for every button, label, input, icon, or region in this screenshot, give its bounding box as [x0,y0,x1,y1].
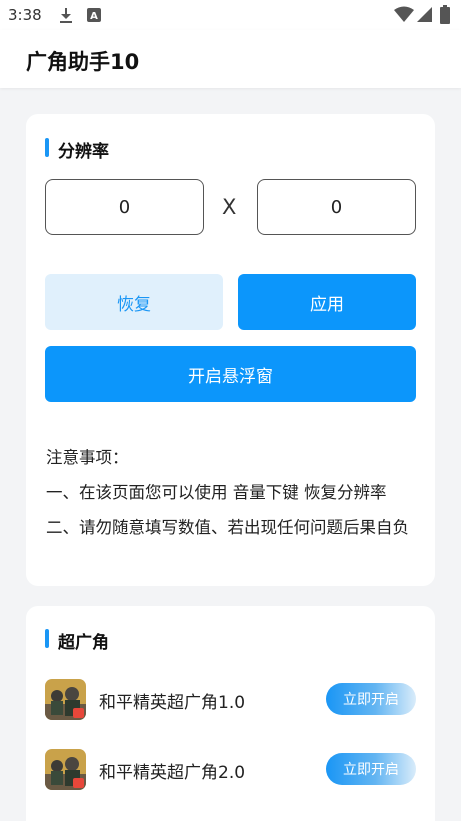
notes-item: 一、在该页面您可以使用 音量下键 恢复分辨率 [46,483,387,502]
game-name: 和平精英超广角2.0 [99,763,246,783]
notes: 注意事项： 一、在该页面您可以使用 音量下键 恢复分辨率 二、请勿随意填写数值、… [46,440,426,545]
notes-item: 二、请勿随意填写数值、若出现任何问题后果自负 [46,518,409,537]
game-row: 和平精英超广角1.0 立即开启 [45,679,416,721]
height-input[interactable] [257,179,416,235]
status-time: 3:38 [8,6,42,24]
resolution-section-title: 分辨率 [58,142,109,162]
times-sign: X [222,195,237,219]
width-input[interactable] [45,179,204,235]
open-now-button[interactable]: 立即开启 [326,683,416,715]
svg-text:A: A [90,11,98,22]
notes-heading: 注意事项： [46,448,129,467]
status-bar: 3:38 A [0,0,461,30]
game-icon [45,749,86,790]
restore-button[interactable]: 恢复 [45,274,223,330]
super-wide-section-title: 超广角 [58,633,109,653]
float-window-button[interactable]: 开启悬浮窗 [45,346,416,402]
download-icon [60,8,72,23]
wifi-icon [394,6,414,22]
page-title: 广角助手10 [26,50,140,74]
app-bar: 广角助手10 [0,30,461,88]
resolution-card: 分辨率 X 恢复 应用 开启悬浮窗 注意事项： 一、在该页面您可以使用 音量下键… [26,114,435,586]
game-row: 和平精英超广角2.0 立即开启 [45,749,416,791]
font-a-icon: A [87,8,101,22]
open-now-button[interactable]: 立即开启 [326,753,416,785]
battery-icon [440,5,450,24]
section-accent-bar [45,138,49,157]
signal-icon [417,7,432,22]
section-accent-bar [45,629,49,648]
game-name: 和平精英超广角1.0 [99,693,246,713]
apply-button[interactable]: 应用 [238,274,416,330]
super-wide-card: 超广角 和平精英超广角1.0 立即开启 和平精英超广角2.0 立即开启 [26,606,435,821]
game-icon [45,679,86,720]
